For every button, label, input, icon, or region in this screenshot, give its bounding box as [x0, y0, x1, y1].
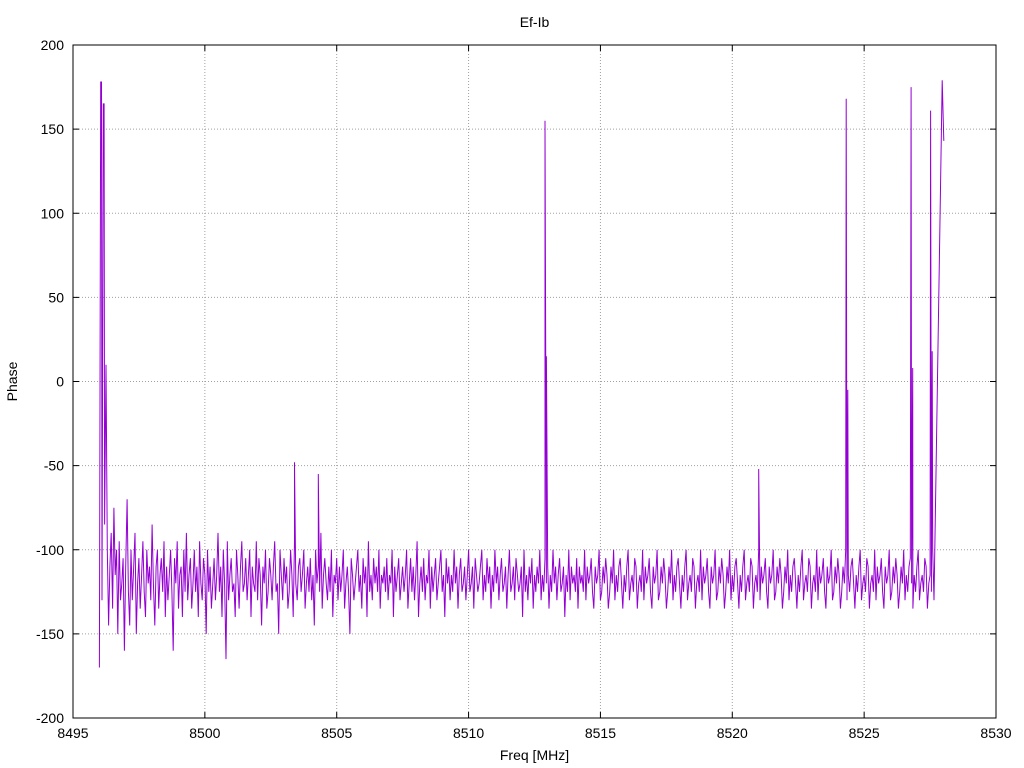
- x-tick-label: 8520: [717, 725, 748, 741]
- y-tick-label: 0: [56, 374, 64, 390]
- grid: [73, 45, 996, 718]
- y-tick-label: -150: [36, 626, 64, 642]
- y-tick-label: 200: [41, 37, 65, 53]
- y-tick-label: 150: [41, 121, 65, 137]
- y-tick-label: 50: [48, 289, 64, 305]
- phase-series-line: [98, 80, 945, 668]
- x-tick-label: 8530: [980, 725, 1011, 741]
- y-tick-label: -200: [36, 710, 64, 726]
- x-axis-ticks: 8495 8500 8505 8510 8515 8520 8525 8530: [57, 45, 1012, 741]
- phase-chart: 8495 8500 8505 8510 8515 8520 8525 8530 -200 -15…: [4, 14, 1012, 763]
- x-tick-label: 8525: [849, 725, 880, 741]
- x-tick-label: 8505: [321, 725, 352, 741]
- chart-title: Ef-Ib: [520, 14, 550, 30]
- y-axis-label: Phase: [4, 361, 20, 401]
- y-tick-label: -100: [36, 542, 64, 558]
- y-tick-label: 100: [41, 205, 65, 221]
- x-tick-label: 8510: [453, 725, 484, 741]
- x-tick-label: 8495: [57, 725, 88, 741]
- x-tick-label: 8500: [189, 725, 220, 741]
- x-tick-label: 8515: [585, 725, 616, 741]
- y-tick-label: -50: [44, 458, 64, 474]
- y-axis-ticks: -200 -150 -100 -50 0 50 100 150 200: [36, 37, 996, 726]
- x-axis-label: Freq [MHz]: [500, 747, 569, 763]
